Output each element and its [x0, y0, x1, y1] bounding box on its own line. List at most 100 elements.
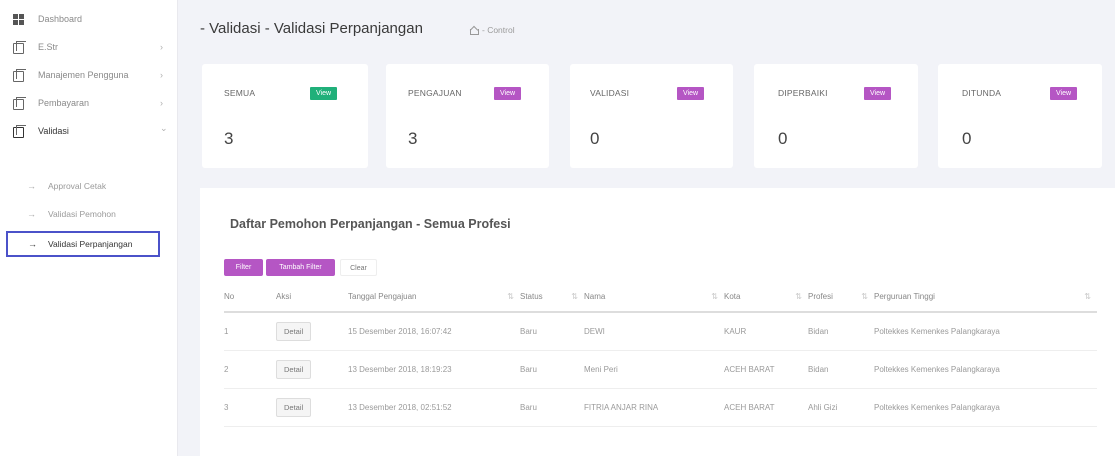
column-header[interactable]: Kota ⇅ [724, 282, 808, 313]
document-icon [13, 41, 26, 54]
card-count: 0 [590, 129, 600, 148]
arrow-right-icon: → [27, 181, 36, 191]
sidebar-subitem-label: Approval Cetak [48, 181, 107, 191]
cell-perguruan-tinggi: Poltekkes Kemenkes Palangkaraya [874, 388, 1097, 427]
cell-nama: DEWI [584, 312, 724, 351]
sidebar-item-label: Validasi [38, 126, 69, 136]
card-title: DIPERBAIKI [778, 88, 828, 98]
view-button[interactable]: View [310, 87, 338, 100]
breadcrumb: - Control [469, 25, 515, 35]
cell-status: Baru [520, 312, 584, 351]
sidebar-item-manajemen-pengguna[interactable]: Manajemen Pengguna › [0, 65, 178, 85]
cell-no: 2 [224, 350, 276, 389]
document-icon [13, 97, 26, 110]
table-row: 3 Detail 13 Desember 2018, 02:51:52 Baru… [224, 388, 1097, 427]
sidebar-subitem-label: Validasi Pemohon [48, 209, 116, 219]
card-count: 0 [778, 129, 788, 148]
filter-button[interactable]: Filter [224, 259, 263, 276]
sidebar-subitem-validasi-perpanjangan[interactable]: → Validasi Perpanjangan [6, 231, 160, 257]
view-button[interactable]: View [677, 87, 705, 100]
sort-icon: ⇅ [571, 292, 578, 301]
column-header[interactable]: Status ⇅ [520, 282, 584, 313]
cell-no: 3 [224, 388, 276, 427]
column-header[interactable]: Profesi ⇅ [808, 282, 874, 313]
cell-aksi: Detail [276, 312, 348, 351]
stat-card-diperbaiki: DIPERBAIKI View 0 [754, 64, 918, 168]
card-title: PENGAJUAN [408, 88, 462, 98]
cell-status: Baru [520, 350, 584, 389]
cell-kota: KAUR [724, 312, 808, 351]
sidebar: Dashboard E.Str › Manajemen Pengguna › P… [0, 0, 178, 456]
sidebar-item-label: Manajemen Pengguna [38, 70, 129, 80]
detail-button[interactable]: Detail [276, 321, 312, 341]
sidebar-item-dashboard[interactable]: Dashboard [0, 9, 178, 29]
view-button[interactable]: View [1050, 87, 1078, 100]
card-count: 0 [962, 129, 972, 148]
cell-aksi: Detail [276, 388, 348, 427]
chevron-down-icon: ⌄ [160, 123, 168, 133]
chevron-right-icon: › [160, 98, 163, 108]
column-header[interactable]: Perguruan Tinggi ⇅ [874, 282, 1097, 313]
view-button[interactable]: View [494, 87, 522, 100]
dashboard-icon [13, 13, 24, 25]
view-button[interactable]: View [864, 87, 892, 100]
sidebar-subitem-approval-cetak[interactable]: → Approval Cetak [0, 176, 178, 196]
chevron-right-icon: › [160, 42, 163, 52]
page-title: - Validasi - Validasi Perpanjangan [200, 20, 423, 37]
cell-profesi: Ahli Gizi [808, 388, 874, 427]
cell-tanggal: 13 Desember 2018, 18:19:23 [348, 350, 520, 389]
sort-icon: ⇅ [861, 292, 868, 301]
column-header[interactable]: Nama ⇅ [584, 282, 724, 313]
home-icon[interactable] [469, 26, 479, 35]
document-icon [13, 125, 26, 138]
sidebar-item-label: Dashboard [38, 14, 83, 24]
stat-card-semua: SEMUA View 3 [202, 64, 368, 168]
sidebar-item-estr[interactable]: E.Str › [0, 37, 178, 57]
table-row: 2 Detail 13 Desember 2018, 18:19:23 Baru… [224, 350, 1097, 389]
breadcrumb-item[interactable]: - Control [482, 25, 515, 35]
column-header[interactable]: No [224, 282, 276, 313]
cell-perguruan-tinggi: Poltekkes Kemenkes Palangkaraya [874, 350, 1097, 389]
sort-icon: ⇅ [1084, 292, 1091, 301]
sidebar-item-label: E.Str [38, 42, 59, 52]
card-title: VALIDASI [590, 88, 630, 98]
clear-button[interactable]: Clear [340, 259, 377, 276]
column-header[interactable]: Tanggal Pengajuan ⇅ [348, 282, 520, 313]
main-panel: Daftar Pemohon Perpanjangan - Semua Prof… [200, 188, 1115, 456]
table-row: 1 Detail 15 Desember 2018, 16:07:42 Baru… [224, 312, 1097, 351]
sidebar-subitem-validasi-pemohon[interactable]: → Validasi Pemohon [0, 204, 178, 224]
card-title: DITUNDA [962, 88, 1002, 98]
sidebar-item-label: Pembayaran [38, 98, 90, 108]
sort-icon: ⇅ [795, 292, 802, 301]
cell-nama: FITRIA ANJAR RINA [584, 388, 724, 427]
cell-tanggal: 15 Desember 2018, 16:07:42 [348, 312, 520, 351]
card-title: SEMUA [224, 88, 256, 98]
detail-button[interactable]: Detail [276, 359, 312, 379]
card-count: 3 [408, 129, 418, 148]
stat-card-pengajuan: PENGAJUAN View 3 [386, 64, 549, 168]
cell-kota: ACEH BARAT [724, 350, 808, 389]
add-filter-button[interactable]: Tambah Filter [266, 259, 335, 276]
sidebar-item-pembayaran[interactable]: Pembayaran › [0, 93, 178, 113]
arrow-right-icon: → [28, 239, 37, 249]
card-count: 3 [224, 129, 234, 148]
arrow-right-icon: → [27, 209, 36, 219]
sidebar-subitem-label: Validasi Perpanjangan [48, 239, 133, 249]
panel-title: Daftar Pemohon Perpanjangan - Semua Prof… [230, 217, 511, 231]
document-icon [13, 69, 26, 82]
cell-no: 1 [224, 312, 276, 351]
sort-icon: ⇅ [711, 292, 718, 301]
cell-aksi: Detail [276, 350, 348, 389]
column-header[interactable]: Aksi [276, 282, 348, 313]
sidebar-item-validasi[interactable]: Validasi ⌄ [0, 121, 178, 141]
detail-button[interactable]: Detail [276, 397, 312, 417]
applicants-table: No Aksi Tanggal Pengajuan ⇅ Status ⇅ Nama ⇅… [224, 282, 1097, 427]
cell-kota: ACEH BARAT [724, 388, 808, 427]
cell-status: Baru [520, 388, 584, 427]
cell-profesi: Bidan [808, 350, 874, 389]
cell-perguruan-tinggi: Poltekkes Kemenkes Palangkaraya [874, 312, 1097, 351]
table-header-row: No Aksi Tanggal Pengajuan ⇅ Status ⇅ Nama ⇅… [224, 282, 1097, 313]
cell-profesi: Bidan [808, 312, 874, 351]
chevron-right-icon: › [160, 70, 163, 80]
stat-card-validasi: VALIDASI View 0 [570, 64, 733, 168]
